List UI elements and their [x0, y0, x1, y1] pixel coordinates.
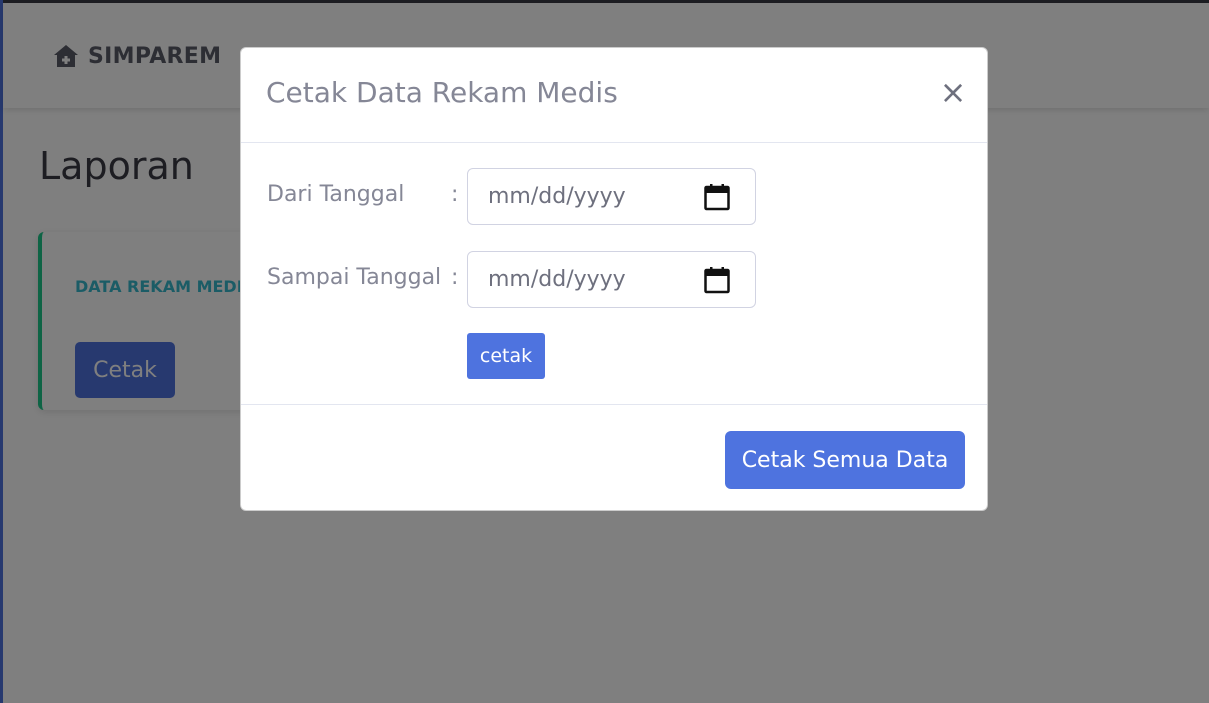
to-date-colon: : — [451, 265, 459, 290]
from-date-row: Dari Tanggal : mm/dd/yyyy — [267, 168, 967, 225]
close-button[interactable]: × — [937, 72, 969, 112]
calendar-icon[interactable] — [704, 183, 730, 211]
from-date-colon: : — [451, 182, 459, 207]
to-date-label: Sampai Tanggal — [267, 265, 442, 290]
to-date-row: Sampai Tanggal : mm/dd/yyyy — [267, 251, 967, 308]
modal-title: Cetak Data Rekam Medis — [266, 76, 618, 109]
modal-header: Cetak Data Rekam Medis × — [241, 48, 987, 143]
from-date-input[interactable]: mm/dd/yyyy — [467, 168, 756, 225]
from-date-placeholder: mm/dd/yyyy — [488, 184, 626, 209]
to-date-placeholder: mm/dd/yyyy — [488, 267, 626, 292]
modal-body: Dari Tanggal : mm/dd/yyyy Sampai Tanggal… — [241, 143, 987, 404]
modal-footer: Cetak Semua Data — [241, 404, 987, 511]
print-all-button[interactable]: Cetak Semua Data — [725, 431, 965, 489]
from-date-label: Dari Tanggal — [267, 182, 405, 207]
print-range-button[interactable]: cetak — [467, 333, 545, 379]
print-modal: Cetak Data Rekam Medis × Dari Tanggal : … — [240, 47, 988, 511]
to-date-input[interactable]: mm/dd/yyyy — [467, 251, 756, 308]
calendar-icon[interactable] — [704, 266, 730, 294]
